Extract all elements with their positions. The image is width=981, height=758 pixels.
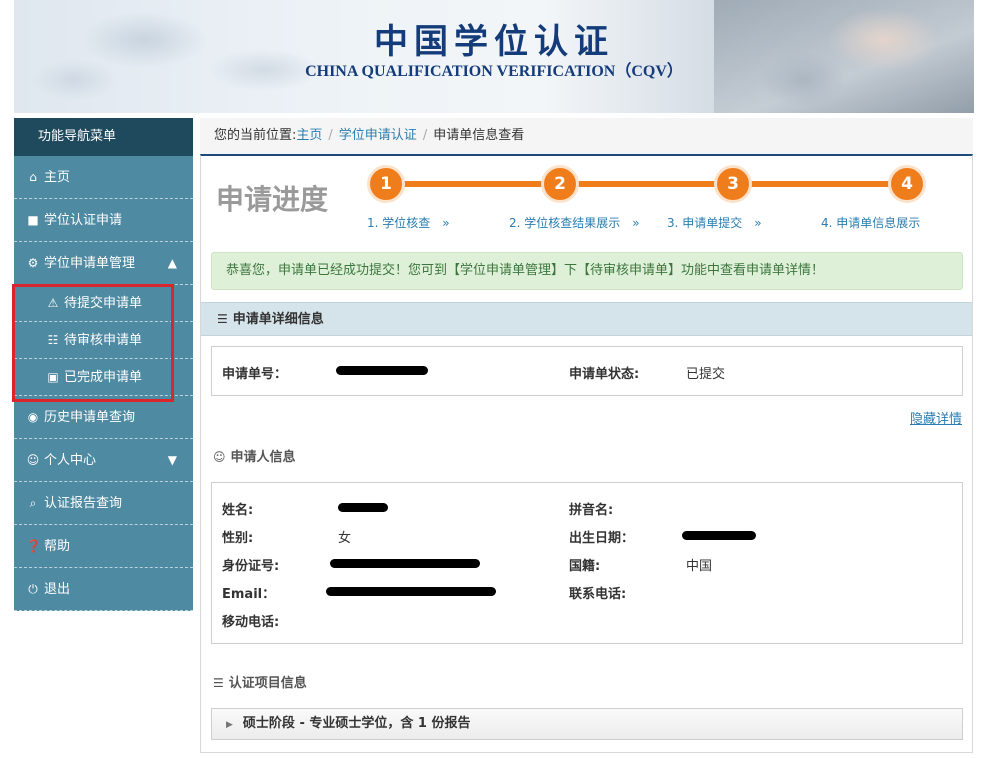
list-icon: ☰ [213,676,224,690]
detail-section-header: ☰ 申请单详细信息 [201,302,972,336]
user-icon: ☺ [213,450,226,464]
breadcrumb: 您的当前位置:主页 / 学位申请认证 / 申请单信息查看 [200,118,973,154]
sidebar-item-apply[interactable]: ■ 学位认证申请 [14,199,193,242]
breadcrumb-apply-link[interactable]: 学位申请认证 [339,128,417,143]
applicant-section-title: ☺ 申请人信息 [213,450,296,465]
site-title-cn: 中国学位认证 [374,22,614,62]
status-label: 申请单状态: [569,367,640,382]
birth-redacted [682,531,756,540]
step-3-label: 3. 申请单提交 » [667,216,762,230]
file-icon: ■ [27,213,39,227]
progress-line [387,181,907,187]
gear-icon: ⚙ [27,256,39,270]
gender-value: 女 [338,531,352,546]
success-alert: 恭喜您，申请单已经成功提交！您可到【学位申请单管理】下【待审核申请单】功能中查看… [211,252,963,290]
sidebar-item-manage[interactable]: ⚙ 学位申请单管理 ▲ [14,242,193,285]
order-no-label: 申请单号： [222,367,288,382]
search-icon: ⌕ [29,496,37,510]
breadcrumb-current: 申请单信息查看 [433,128,525,143]
step-3-circle: 3 [714,165,752,203]
step-4-label: 4. 申请单信息展示 [821,216,921,230]
nationality-label: 国籍: [569,559,601,574]
hide-details-link[interactable]: 隐藏详情 [910,408,962,427]
birth-label: 出生日期： [569,531,635,546]
content-panel: 申请进度 1 2 3 4 1. 学位核查 » 2. 学位核查结果展示 » 3. … [200,154,973,753]
step-2-label: 2. 学位核查结果展示 » [509,216,640,230]
question-icon: ❓ [26,539,41,553]
main-content: 您的当前位置:主页 / 学位申请认证 / 申请单信息查看 申请进度 1 2 3 4 1.… [200,118,973,753]
breadcrumb-home-link[interactable]: 主页 [296,128,322,143]
email-label: Email： [222,587,276,602]
sidebar-item-report-query[interactable]: ⌕ 认证报告查询 [14,482,193,525]
sidebar-item-logout[interactable]: ⏻ 退出 [14,568,193,611]
chevron-up-icon: ▲ [167,256,177,270]
email-redacted [326,587,496,596]
gender-label: 性别: [222,531,254,546]
step-1-circle: 1 [367,165,405,203]
user-icon: ☺ [26,453,40,467]
name-redacted [338,503,388,512]
order-info-box: 申请单号： 申请单状态: 已提交 [211,346,963,396]
step-4-circle: 4 [888,165,926,203]
cert-items-section-title: ☰ 认证项目信息 [213,676,307,691]
order-no-redacted [336,366,428,375]
id-label: 身份证号: [222,559,280,574]
chevron-down-icon: ▼ [167,453,177,467]
nationality-value: 中国 [686,559,713,574]
sidebar-item-profile[interactable]: ☺ 个人中心 ▼ [14,439,193,482]
red-highlight-box [12,284,174,402]
header-banner: 中国学位认证 CHINA QUALIFICATION VERIFICATION（… [14,0,974,113]
applicant-info-box: 姓名: 拼音名: 性别: 女 出生日期： 身份证号: 国籍: 中国 Email：… [211,482,963,644]
name-label: 姓名: [222,503,254,518]
pinyin-label: 拼音名: [569,503,614,518]
list-icon: ☰ [217,312,228,326]
caret-right-icon: ▶ [226,720,233,730]
step-2-circle: 2 [541,165,579,203]
progress-title: 申请进度 [216,183,329,216]
sidebar-item-history[interactable]: ◉ 历史申请单查询 [14,396,193,439]
cert-item-accordion[interactable]: ▶ 硕士阶段 - 专业硕士学位，含 1 份报告 [211,708,963,740]
sidebar-item-home[interactable]: ⌂ 主页 [14,156,193,199]
mobile-label: 移动电话: [222,615,280,630]
camera-icon: ◉ [27,410,39,424]
id-redacted [330,559,480,568]
site-title-en: CHINA QUALIFICATION VERIFICATION（CQV） [305,63,683,80]
power-icon: ⏻ [28,582,38,596]
phone-label: 联系电话: [569,587,627,602]
home-icon: ⌂ [29,170,37,184]
sidebar-header: 功能导航菜单 [14,118,193,156]
sidebar-item-help[interactable]: ❓ 帮助 [14,525,193,568]
step-1-label: 1. 学位核查 » [367,216,450,230]
status-value: 已提交 [686,367,726,382]
